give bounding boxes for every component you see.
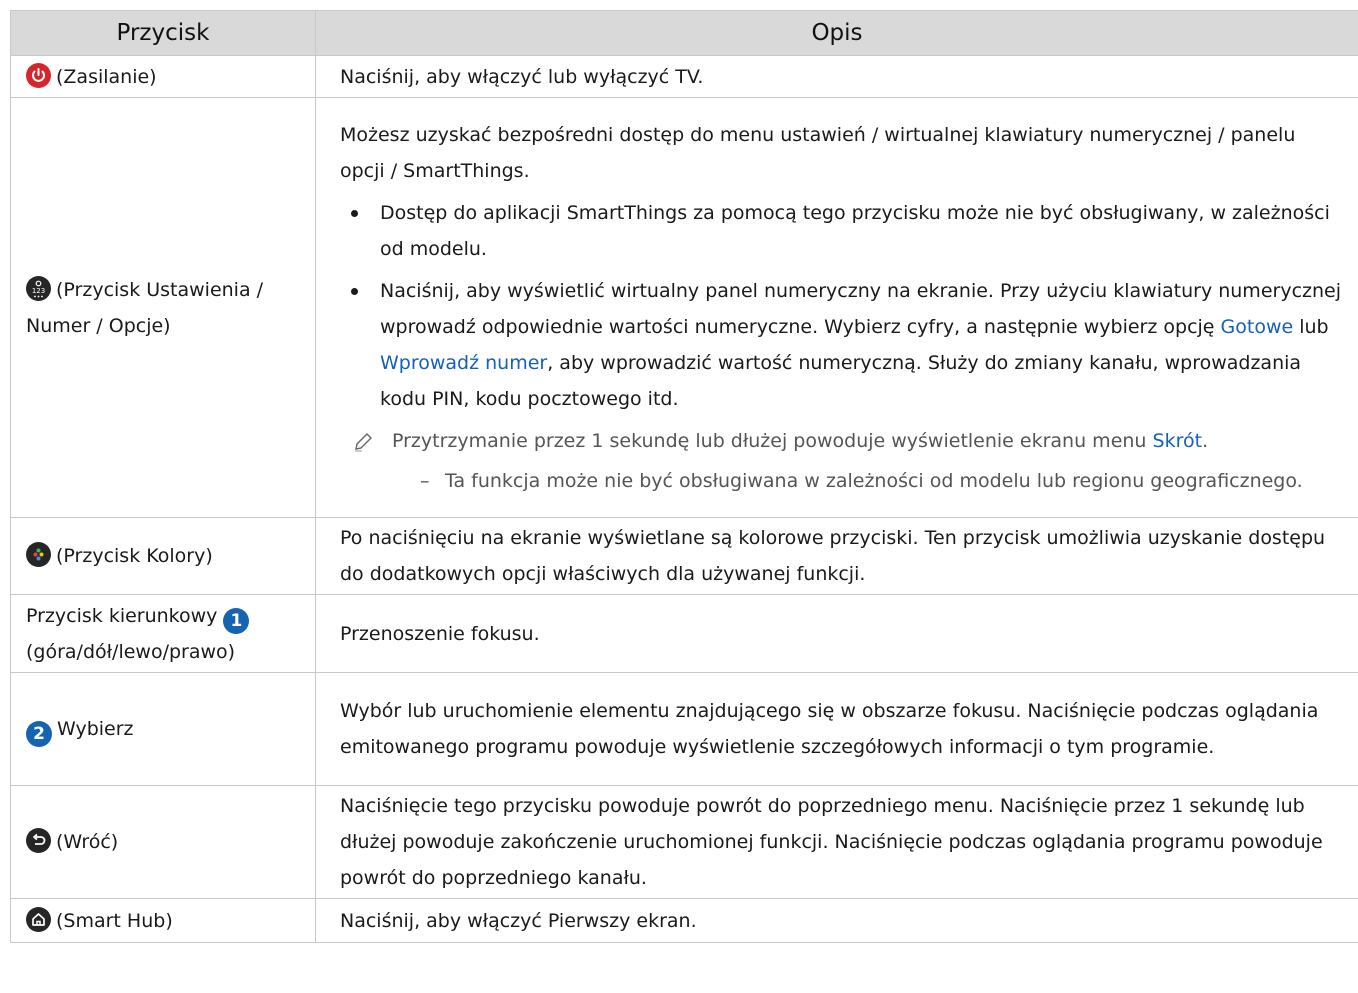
button-cell-back: (Wróć)	[10, 785, 316, 899]
desc-cell: Wybór lub uruchomienie elementu znajdują…	[315, 672, 1358, 786]
table-row: 123 (Przycisk Ustawienia / Numer / Opcje…	[10, 97, 1358, 518]
svg-text:123: 123	[32, 287, 45, 295]
desc-list: Dostęp do aplikacji SmartThings za pomoc…	[340, 195, 1344, 417]
note: Przytrzymanie przez 1 sekundę lub dłużej…	[340, 423, 1344, 459]
power-icon	[26, 62, 51, 88]
table-row: (Zasilanie) Naciśnij, aby włączyć lub wy…	[10, 55, 1358, 98]
button-label: Wybierz	[57, 718, 134, 740]
button-cell-power: (Zasilanie)	[10, 55, 316, 98]
button-cell-home: (Smart Hub)	[10, 898, 316, 943]
subnote: Ta funkcja może nie być obsługiwana w za…	[340, 463, 1344, 499]
desc-cell: Przenoszenie fokusu.	[315, 594, 1358, 673]
text: Naciśnij, aby wyświetlić wirtualny panel…	[380, 279, 1341, 338]
direction-badge-1: 1	[223, 607, 250, 634]
button-label-sub: (góra/dół/lewo/prawo)	[26, 640, 236, 663]
button-label: (Przycisk Ustawienia / Numer / Opcje)	[26, 278, 264, 337]
table-row: (Wróć) Naciśnięcie tego przycisku powodu…	[10, 785, 1358, 899]
header-button: Przycisk	[10, 10, 316, 56]
settings-number-icon: 123	[26, 275, 51, 301]
back-icon	[26, 828, 51, 853]
link-shortcut[interactable]: Skrót	[1153, 430, 1203, 452]
select-badge-2: 2	[26, 721, 52, 747]
button-label: (Smart Hub)	[56, 909, 173, 932]
desc-cell: Naciśnij, aby włączyć Pierwszy ekran.	[315, 898, 1358, 943]
color-buttons-icon	[26, 542, 51, 567]
table-row: 2 Wybierz Wybór lub uruchomienie elementu…	[10, 672, 1358, 786]
desc-cell: Naciśnij, aby włączyć lub wyłączyć TV.	[315, 55, 1358, 98]
text: .	[1202, 429, 1209, 452]
table-header-row: Przycisk Opis	[10, 10, 1358, 56]
home-icon	[26, 906, 51, 932]
button-cell-select: 2 Wybierz	[10, 672, 316, 786]
link-enter-number[interactable]: Wprowadź numer	[380, 352, 547, 374]
text: Przytrzymanie przez 1 sekundę lub dłużej…	[392, 429, 1153, 452]
desc-intro: Możesz uzyskać bezpośredni dostęp do men…	[340, 123, 1296, 182]
list-item: Naciśnij, aby wyświetlić wirtualny panel…	[340, 273, 1344, 417]
table-row: (Przycisk Kolory) Po naciśnięciu na ekra…	[10, 517, 1358, 595]
button-cell-colors: (Przycisk Kolory)	[10, 517, 316, 595]
remote-buttons-table: Przycisk Opis (Zasilanie) Naciśnij, aby …	[10, 10, 1358, 943]
link-done[interactable]: Gotowe	[1221, 316, 1294, 338]
text: lub	[1293, 315, 1329, 338]
button-label: (Zasilanie)	[56, 65, 157, 88]
button-label: (Przycisk Kolory)	[56, 545, 213, 567]
desc-cell: Możesz uzyskać bezpośredni dostęp do men…	[315, 97, 1358, 518]
pencil-note-icon	[352, 429, 374, 465]
table-row: (Smart Hub) Naciśnij, aby włączyć Pierws…	[10, 898, 1358, 943]
list-item: Dostęp do aplikacji SmartThings za pomoc…	[340, 195, 1344, 267]
button-cell-direction: Przycisk kierunkowy 1 (góra/dół/lewo/pra…	[10, 594, 316, 673]
table-row: Przycisk kierunkowy 1 (góra/dół/lewo/pra…	[10, 594, 1358, 673]
button-label: (Wróć)	[56, 831, 119, 853]
header-description: Opis	[315, 10, 1358, 56]
desc-cell: Naciśnięcie tego przycisku powoduje powr…	[315, 785, 1358, 899]
desc-cell: Po naciśnięciu na ekranie wyświetlane są…	[315, 517, 1358, 595]
button-cell-settings: 123 (Przycisk Ustawienia / Numer / Opcje…	[10, 97, 316, 518]
button-label: Przycisk kierunkowy	[26, 604, 218, 627]
